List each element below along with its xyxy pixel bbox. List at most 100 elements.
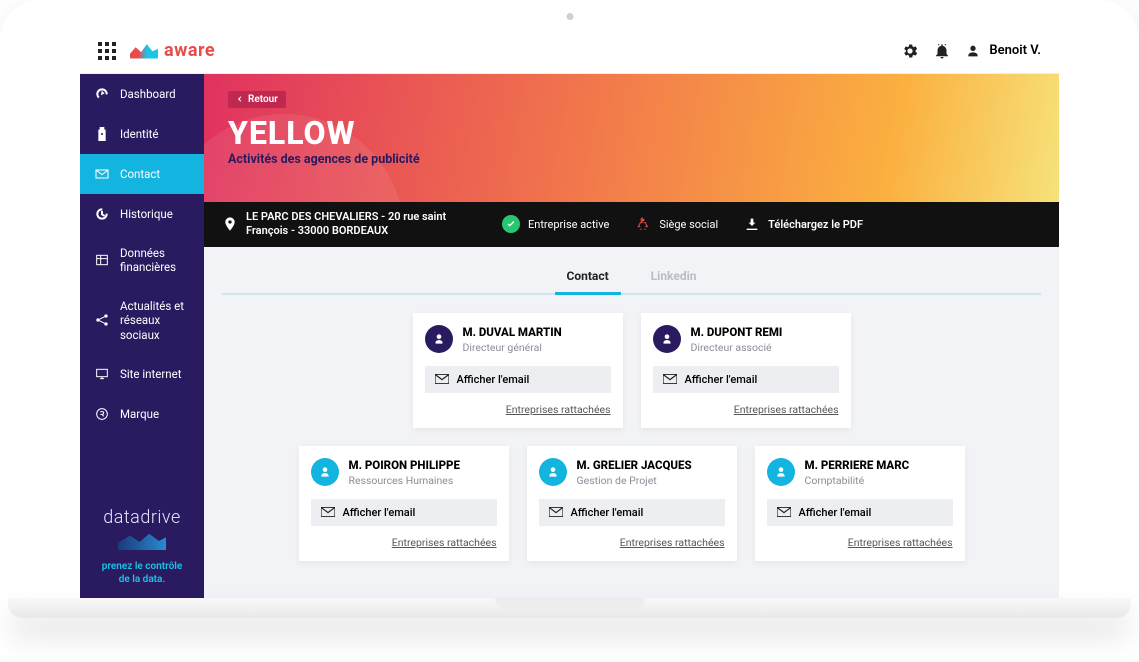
user-menu[interactable]: Benoit V.	[965, 43, 1041, 59]
badge-icon	[94, 126, 110, 142]
tabs: Contact Linkedin	[222, 261, 1041, 295]
headquarters-icon	[635, 216, 651, 232]
contacts-row-primary: M. DUVAL MARTIN Directeur général Affich…	[214, 313, 1049, 428]
sidebar-item-label: Marque	[120, 407, 159, 421]
show-email-button[interactable]: Afficher l'email	[425, 366, 611, 393]
linked-companies-link[interactable]: Entreprises rattachées	[767, 536, 953, 549]
info-address: LE PARC DES CHEVALIERS - 20 rue saint Fr…	[222, 210, 476, 239]
chevron-left-icon	[236, 95, 244, 103]
avatar-icon	[539, 458, 567, 486]
bell-icon[interactable]	[933, 42, 951, 60]
download-pdf-button[interactable]: Téléchargez le PDF	[744, 216, 863, 232]
contacts-area: M. DUVAL MARTIN Directeur général Affich…	[204, 295, 1059, 589]
hero-banner: Retour YELLOW Activités des agences de p…	[204, 74, 1059, 202]
linked-companies-link[interactable]: Entreprises rattachées	[311, 536, 497, 549]
linked-companies-link[interactable]: Entreprises rattachées	[425, 403, 611, 416]
mail-icon	[777, 507, 791, 517]
sidebar-item-actualites[interactable]: Actualités et réseaux sociaux	[80, 287, 204, 354]
page-subtitle: Activités des agences de publicité	[228, 152, 1035, 167]
sidebar-item-historique[interactable]: Historique	[80, 194, 204, 234]
sidebar-promo[interactable]: datadrive prenez le contrôle de la data.	[80, 491, 204, 598]
topbar: aware Benoit V.	[80, 28, 1059, 74]
user-icon	[965, 43, 981, 59]
mail-icon	[321, 507, 335, 517]
sidebar: Dashboard Identité Contact Historique Do…	[80, 74, 204, 598]
contact-card: M. POIRON PHILIPPE Ressources Humaines A…	[299, 446, 509, 561]
tab-linkedin[interactable]: Linkedin	[645, 261, 703, 293]
show-email-button[interactable]: Afficher l'email	[311, 499, 497, 526]
contact-name: M. DUPONT REMI	[691, 325, 783, 339]
promo-wave-icon	[118, 532, 166, 550]
sidebar-item-label: Contact	[120, 167, 160, 181]
contact-role: Gestion de Projet	[577, 474, 692, 487]
info-status: Entreprise active	[502, 215, 609, 233]
avatar-icon	[653, 325, 681, 353]
avatar-icon	[311, 458, 339, 486]
sidebar-item-dashboard[interactable]: Dashboard	[80, 74, 204, 114]
avatar-icon	[767, 458, 795, 486]
mail-icon	[549, 507, 563, 517]
sidebar-item-contact[interactable]: Contact	[80, 154, 204, 194]
pdf-icon	[744, 216, 760, 232]
brand-text: aware	[164, 40, 215, 61]
contact-role: Directeur associé	[691, 341, 783, 354]
show-email-button[interactable]: Afficher l'email	[767, 499, 953, 526]
laptop-notch	[495, 598, 645, 609]
main-content: Retour YELLOW Activités des agences de p…	[204, 74, 1059, 598]
show-email-button[interactable]: Afficher l'email	[653, 366, 839, 393]
sidebar-item-site-internet[interactable]: Site internet	[80, 354, 204, 394]
back-button[interactable]: Retour	[228, 91, 286, 108]
show-email-button[interactable]: Afficher l'email	[539, 499, 725, 526]
sidebar-item-label: Site internet	[120, 367, 181, 381]
mail-icon	[663, 374, 677, 384]
contact-name: M. DUVAL MARTIN	[463, 325, 562, 339]
sidebar-item-donnees-financieres[interactable]: Données financières	[80, 234, 204, 287]
info-hq: Siège social	[635, 216, 718, 232]
address-text: LE PARC DES CHEVALIERS - 20 rue saint Fr…	[246, 210, 476, 239]
pin-icon	[222, 216, 238, 232]
contact-card: M. DUVAL MARTIN Directeur général Affich…	[413, 313, 623, 428]
share-nodes-icon	[94, 312, 110, 328]
promo-tagline: prenez le contrôle de la data.	[88, 560, 196, 586]
contact-card: M. GRELIER JACQUES Gestion de Projet Aff…	[527, 446, 737, 561]
hq-text: Siège social	[659, 218, 718, 231]
promo-brand: datadrive	[88, 507, 196, 528]
sidebar-item-label: Dashboard	[120, 87, 176, 101]
history-icon	[94, 206, 110, 222]
info-bar: LE PARC DES CHEVALIERS - 20 rue saint Fr…	[204, 202, 1059, 247]
apps-grid-icon[interactable]	[98, 42, 116, 60]
linked-companies-link[interactable]: Entreprises rattachées	[539, 536, 725, 549]
contact-card: M. PERRIERE MARC Comptabilité Afficher l…	[755, 446, 965, 561]
contacts-row-secondary: M. POIRON PHILIPPE Ressources Humaines A…	[214, 446, 1049, 561]
page-title: YELLOW	[228, 114, 1035, 152]
status-text: Entreprise active	[528, 218, 609, 231]
avatar-icon	[425, 325, 453, 353]
gauge-icon	[94, 86, 110, 102]
brand-logo[interactable]: aware	[130, 40, 215, 61]
tab-contact[interactable]: Contact	[561, 261, 615, 293]
contact-role: Ressources Humaines	[349, 474, 460, 487]
sidebar-item-label: Historique	[120, 207, 173, 221]
user-name: Benoit V.	[989, 43, 1041, 58]
contact-name: M. PERRIERE MARC	[805, 458, 910, 472]
mail-icon	[94, 166, 110, 182]
laptop-camera-dot	[566, 13, 573, 20]
contact-card: M. DUPONT REMI Directeur associé Affiche…	[641, 313, 851, 428]
gear-icon[interactable]	[901, 42, 919, 60]
mail-icon	[435, 374, 449, 384]
linked-companies-link[interactable]: Entreprises rattachées	[653, 403, 839, 416]
pdf-text: Téléchargez le PDF	[768, 218, 863, 231]
monitor-icon	[94, 366, 110, 382]
contact-name: M. GRELIER JACQUES	[577, 458, 692, 472]
contact-role: Comptabilité	[805, 474, 910, 487]
sidebar-item-marque[interactable]: Marque	[80, 394, 204, 434]
registered-icon	[94, 406, 110, 422]
sidebar-item-label: Données financières	[120, 246, 190, 275]
contact-name: M. POIRON PHILIPPE	[349, 458, 460, 472]
sidebar-item-identite[interactable]: Identité	[80, 114, 204, 154]
contact-role: Directeur général	[463, 341, 562, 354]
sidebar-item-label: Identité	[120, 127, 158, 141]
brand-wave-icon	[130, 43, 158, 59]
check-circle-icon	[502, 215, 520, 233]
app-screen: aware Benoit V. Dashboard Identité	[80, 28, 1059, 598]
